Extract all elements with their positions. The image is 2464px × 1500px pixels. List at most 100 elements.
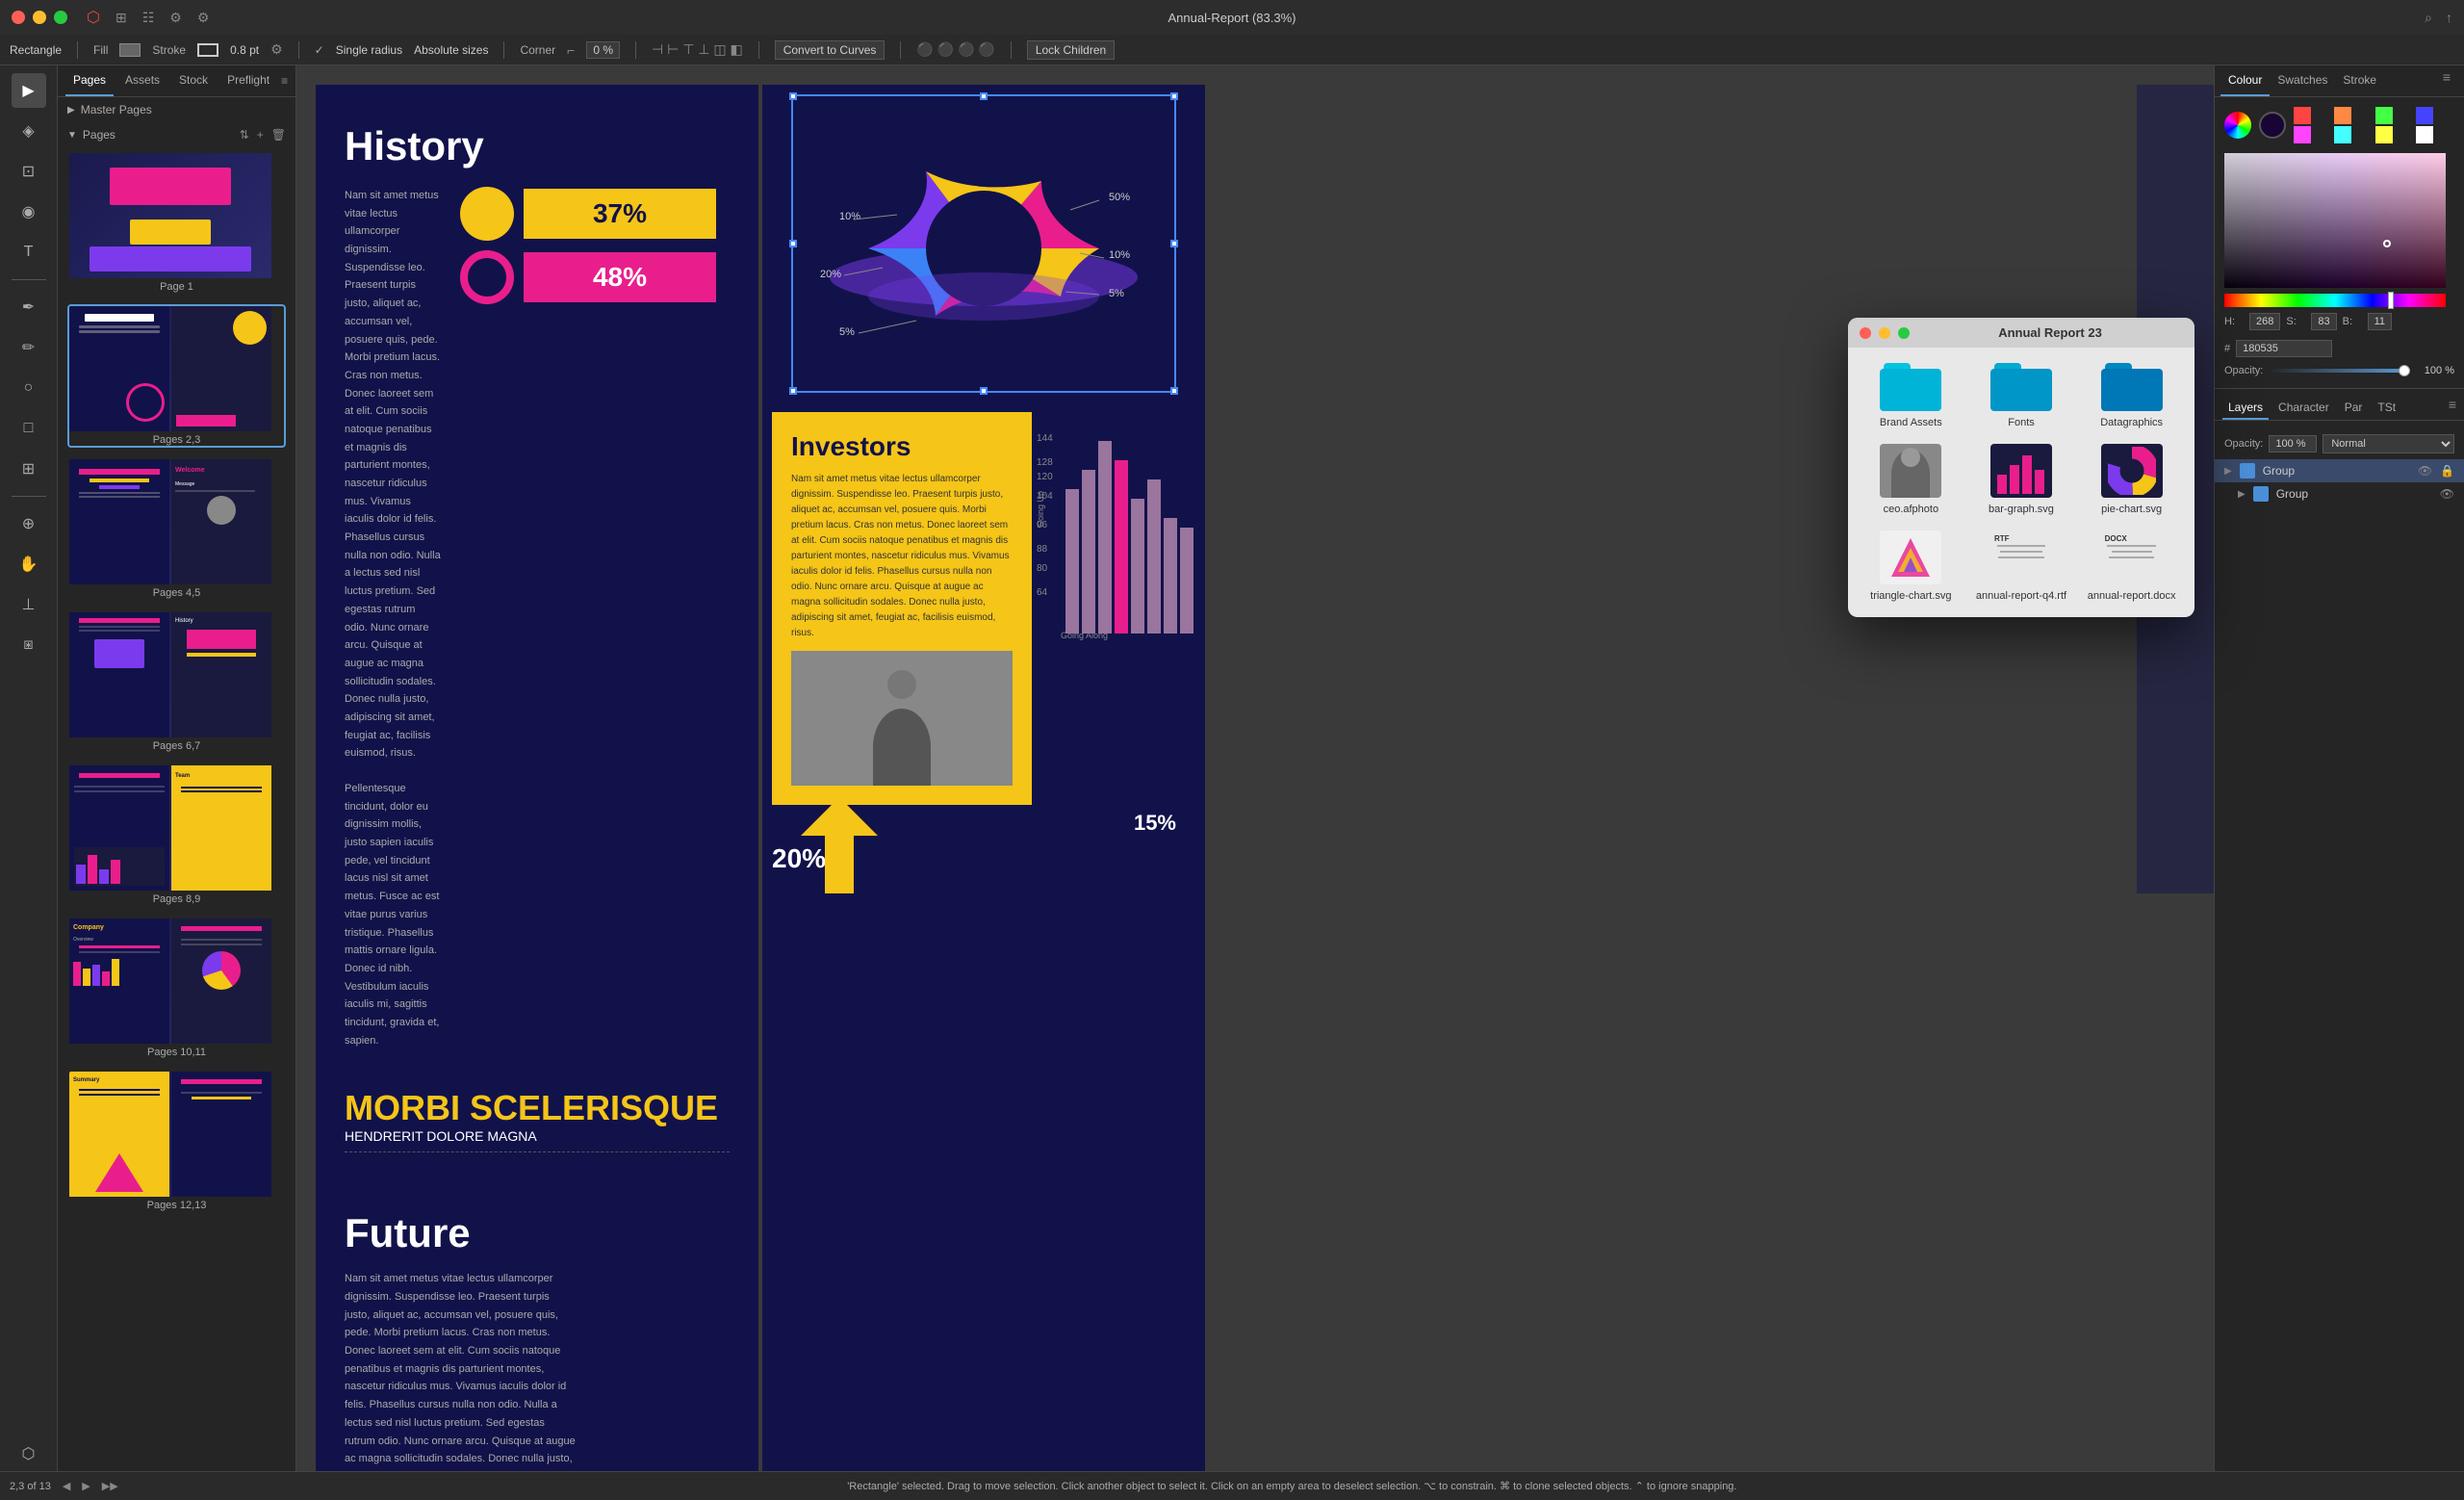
file-item-bar-graph[interactable]: bar-graph.svg	[1974, 444, 2069, 515]
pencil-tool[interactable]: ✏	[12, 330, 46, 365]
file-item-brand-assets[interactable]: Brand Assets	[1863, 363, 1959, 428]
layer-vis-1[interactable]: 👁	[2418, 464, 2432, 478]
file-item-docx[interactable]: DOCX annual-report.docx	[2084, 530, 2179, 602]
fullscreen-button[interactable]	[54, 11, 67, 24]
filter-icon[interactable]: ≡	[281, 74, 288, 88]
corner-value[interactable]: 0 %	[586, 41, 620, 59]
tab-character[interactable]: Character	[2272, 397, 2335, 420]
fill-swatch[interactable]	[119, 43, 141, 57]
page-thumb-1[interactable]: Page 1	[67, 151, 286, 295]
tab-layers[interactable]: Layers	[2222, 397, 2269, 420]
tab-assets[interactable]: Assets	[117, 65, 167, 96]
fill-tool[interactable]: ◉	[12, 194, 46, 229]
color-gradient[interactable]	[2224, 153, 2446, 288]
layer-item-group2[interactable]: ▶ Group 👁	[2215, 482, 2464, 505]
zoom-tool[interactable]: ⊕	[12, 506, 46, 541]
tab-pages[interactable]: Pages	[65, 65, 114, 96]
panel-menu-icon[interactable]: ≡	[2443, 69, 2451, 92]
pages-section[interactable]: ▼ Pages ⇅ + 🗑	[58, 122, 295, 147]
studio-tool[interactable]: ⬡	[12, 1436, 46, 1471]
search-icon[interactable]: ⌕	[2425, 10, 2432, 26]
page-thumb-1213[interactable]: Summary Pages 12,13	[67, 1070, 286, 1213]
toolbar-icon-2[interactable]: ☷	[142, 10, 155, 26]
layer-vis-2[interactable]: 👁	[2440, 487, 2454, 501]
tab-stroke[interactable]: Stroke	[2335, 65, 2384, 96]
swatch-magenta[interactable]	[2294, 126, 2311, 143]
tab-tst[interactable]: TSt	[2372, 397, 2401, 420]
s-value[interactable]: 83	[2311, 313, 2336, 330]
pen-tool[interactable]: ✒	[12, 290, 46, 324]
tab-stock[interactable]: Stock	[171, 65, 216, 96]
lock-children-button[interactable]: Lock Children	[1027, 40, 1115, 60]
sort-icon[interactable]: ⇅	[240, 128, 249, 142]
layer-opacity-value[interactable]: 100 %	[2269, 435, 2317, 453]
swatch-blue[interactable]	[2416, 107, 2433, 124]
select-tool[interactable]: ▶	[12, 73, 46, 108]
swatch-cyan[interactable]	[2334, 126, 2351, 143]
hex-input[interactable]	[2236, 340, 2332, 357]
swatch-orange[interactable]	[2334, 107, 2351, 124]
file-item-ceo[interactable]: ceo.afphoto	[1863, 444, 1959, 515]
color-picker-tool[interactable]: ⧆	[12, 628, 46, 662]
opacity-slider[interactable]	[2269, 369, 2410, 373]
fb-close[interactable]	[1860, 327, 1871, 339]
handle-tm[interactable]	[980, 92, 988, 100]
rectangle-tool[interactable]: □	[12, 411, 46, 446]
page-thumb-1011[interactable]: Company Overview	[67, 917, 286, 1060]
toolbar-icon-1[interactable]: ⊞	[116, 10, 127, 26]
trash-icon[interactable]: 🗑	[271, 128, 286, 142]
color-gradient-handle[interactable]	[2383, 240, 2391, 247]
page-thumb-23[interactable]: Pages 2,3	[67, 304, 286, 448]
blend-mode-select[interactable]: Normal	[2323, 434, 2454, 453]
shape-tool[interactable]: ○	[12, 371, 46, 405]
handle-tr[interactable]	[1170, 92, 1178, 100]
h-value[interactable]: 268	[2249, 313, 2280, 330]
color-wheel-icon[interactable]	[2224, 112, 2251, 139]
layer-item-group1[interactable]: ▶ Group 👁 🔒	[2215, 459, 2464, 482]
toolbar-icon-3[interactable]: ⚙	[169, 10, 182, 26]
add-icon[interactable]: +	[257, 128, 264, 142]
page-thumb-89[interactable]: Team Pages 8,9	[67, 763, 286, 907]
current-color-swatch[interactable]	[2259, 112, 2286, 139]
file-item-pie-chart[interactable]: pie-chart.svg	[2084, 444, 2179, 515]
file-item-rtf[interactable]: RTF annual-report-q4.rtf	[1974, 530, 2069, 602]
type-tool[interactable]: T	[12, 235, 46, 270]
fb-fullscreen[interactable]	[1898, 327, 1910, 339]
layers-menu-icon[interactable]: ≡	[2449, 397, 2456, 420]
add-page-icon[interactable]: +	[295, 73, 296, 89]
tab-colour[interactable]: Colour	[2220, 65, 2270, 96]
nav-prev[interactable]: ◀	[63, 1480, 70, 1492]
swatch-red[interactable]	[2294, 107, 2311, 124]
measure-tool[interactable]: ⊥	[12, 587, 46, 622]
minimize-button[interactable]	[33, 11, 46, 24]
node-tool[interactable]: ◈	[12, 114, 46, 148]
swatch-yellow[interactable]	[2375, 126, 2393, 143]
b-value[interactable]: 11	[2368, 313, 2392, 330]
share-icon[interactable]: ↑	[2446, 10, 2452, 25]
crop-tool[interactable]: ⊡	[12, 154, 46, 189]
hue-slider-handle[interactable]	[2388, 292, 2394, 309]
pan-tool[interactable]: ✋	[12, 547, 46, 582]
close-button[interactable]	[12, 11, 25, 24]
fb-minimize[interactable]	[1879, 327, 1890, 339]
play-icon[interactable]: ▶	[82, 1480, 90, 1492]
convert-to-curves-button[interactable]: Convert to Curves	[775, 40, 886, 60]
image-tool[interactable]: ⊞	[12, 452, 46, 486]
tab-preflight[interactable]: Preflight	[219, 65, 277, 96]
file-item-datagraphics[interactable]: Datagraphics	[2084, 363, 2179, 428]
master-pages-section[interactable]: ▶ Master Pages	[58, 97, 295, 122]
page-thumb-67[interactable]: History Pages 6,7	[67, 610, 286, 754]
stroke-swatch[interactable]	[197, 43, 218, 57]
toolbar-icon-4[interactable]: ⚙	[197, 10, 210, 26]
layer-lock-1[interactable]: 🔒	[2440, 464, 2454, 478]
tab-par[interactable]: Par	[2339, 397, 2369, 420]
file-item-fonts[interactable]: Fonts	[1974, 363, 2069, 428]
opacity-handle[interactable]	[2399, 365, 2410, 376]
page-thumb-45[interactable]: Welcome Message Pages 4,5	[67, 457, 286, 601]
swatch-green[interactable]	[2375, 107, 2393, 124]
nav-next[interactable]: ▶▶	[102, 1480, 118, 1492]
swatch-white[interactable]	[2416, 126, 2433, 143]
hue-slider[interactable]	[2224, 294, 2446, 307]
settings-icon[interactable]: ⚙	[270, 41, 283, 58]
file-item-triangle[interactable]: triangle-chart.svg	[1863, 530, 1959, 602]
